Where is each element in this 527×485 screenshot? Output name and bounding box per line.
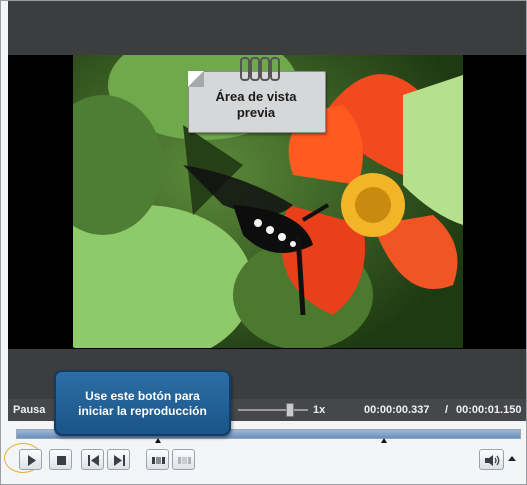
speaker-icon [485,455,500,466]
binder-ring-icon [260,57,270,81]
binder-ring-icon [250,57,260,81]
volume-menu-button[interactable] [505,449,519,470]
current-time: 00:00:00.337 [364,404,430,416]
segment-disabled-icon [178,457,191,464]
skip-next-icon [114,455,125,466]
note-text: Área de vista previa [188,89,324,121]
player-header [8,1,526,55]
playback-controls [1,443,527,479]
chevron-up-icon [508,456,516,461]
timeline-marker[interactable] [381,438,387,443]
segment-button[interactable] [146,449,169,470]
next-frame-button[interactable] [107,449,130,470]
timeline-marker[interactable] [155,438,161,443]
preview-area-note: Área de vista previa [188,57,326,133]
player-window: Área de vista previa Pausa 1x 00:00:00.3… [0,0,527,485]
note-line-1: Área de vista [215,89,297,104]
speed-slider-track[interactable] [238,409,308,411]
play-button[interactable] [19,449,42,470]
skip-previous-icon [88,455,99,466]
tooltip-text: Use este botón para iniciar la reproducc… [56,389,229,419]
tooltip-line-2: iniciar la reproducción [78,404,207,418]
binder-ring-icon [270,57,280,81]
stop-button[interactable] [49,449,72,470]
segment-icon [152,457,165,464]
stop-icon [57,456,66,465]
speed-slider-thumb[interactable] [286,403,294,417]
play-tooltip: Use este botón para iniciar la reproducc… [54,370,231,436]
volume-button[interactable] [479,449,504,470]
play-icon [28,455,36,466]
note-line-2: previa [236,105,276,120]
playback-state-label: Pausa [13,404,46,416]
time-separator: / [445,404,449,416]
binder-ring-icon [240,57,250,81]
tooltip-line-1: Use este botón para [85,389,200,403]
note-fold [188,71,204,87]
total-time: 00:00:01.150 [456,404,522,416]
previous-frame-button[interactable] [81,449,104,470]
segment-disabled-button[interactable] [172,449,195,470]
speed-label: 1x [313,404,326,416]
